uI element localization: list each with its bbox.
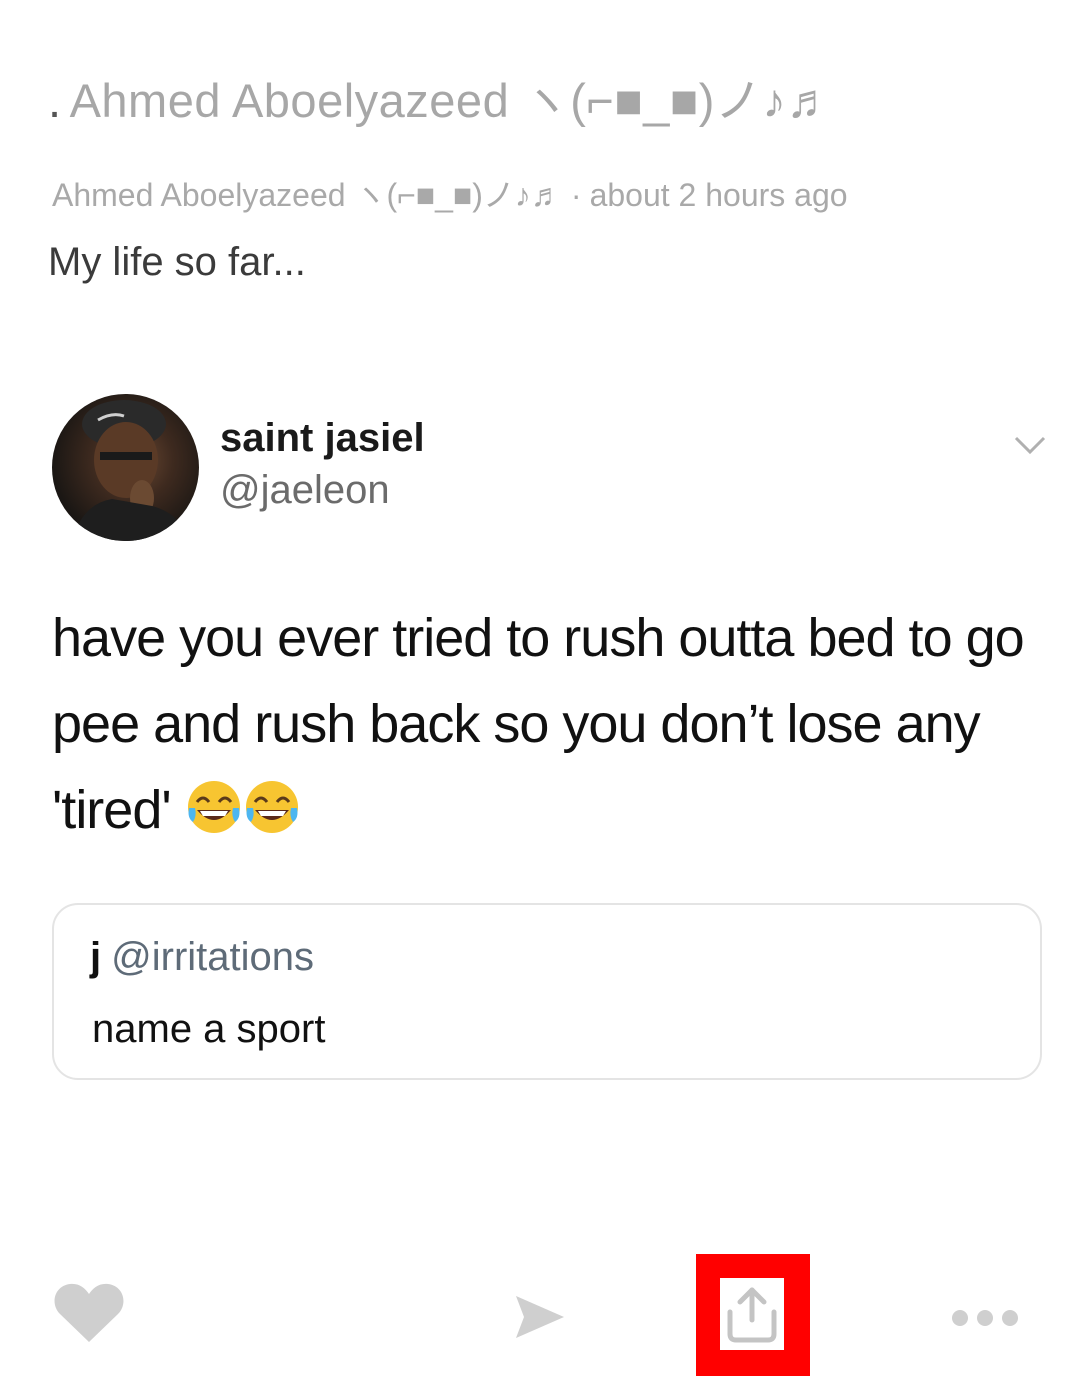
quoted-tweet-name: j — [90, 935, 102, 979]
meta-separator: · — [570, 177, 582, 213]
quoted-tweet: j @irritations name a sport — [52, 903, 1042, 1080]
share-icon — [727, 1287, 777, 1343]
post-caption: My life so far... — [48, 240, 306, 284]
meta-author[interactable]: Ahmed Aboelyazeed ヽ(⌐■_■)ノ♪♬ — [52, 177, 563, 213]
post-meta: Ahmed Aboelyazeed ヽ(⌐■_■)ノ♪♬ · about 2 hou… — [52, 170, 848, 216]
tweet-text: have you ever tried to rush outta bed to… — [52, 595, 1042, 853]
laughing-emoji-icon — [245, 781, 298, 833]
laughing-emoji-icon — [187, 781, 240, 833]
heart-icon[interactable] — [52, 1282, 126, 1344]
embedded-tweet-image: saint jasiel @jaeleon have you ever trie… — [0, 370, 1080, 1110]
quoted-tweet-handle: @irritations — [111, 935, 314, 979]
quoted-tweet-text: name a sport — [92, 1007, 326, 1051]
share-button-area[interactable] — [720, 1278, 784, 1350]
meta-time: about 2 hours ago — [589, 177, 848, 213]
post-title: . Ahmed Aboelyazeed ヽ(⌐■_■)ノ♪♬ — [48, 62, 834, 131]
send-icon[interactable] — [512, 1292, 566, 1342]
more-icon[interactable] — [950, 1306, 1020, 1330]
chevron-down-icon — [1014, 436, 1046, 455]
post-view: . Ahmed Aboelyazeed ヽ(⌐■_■)ノ♪♬ Ahmed Aboe… — [0, 0, 1080, 1394]
tweet-display-name: saint jasiel — [220, 416, 425, 460]
post-title-text: Ahmed Aboelyazeed ヽ(⌐■_■)ノ♪♬ — [69, 74, 834, 127]
share-button[interactable] — [696, 1254, 810, 1376]
avatar — [52, 394, 199, 541]
bullet: . — [48, 74, 62, 127]
tweet-handle: @jaeleon — [220, 468, 390, 512]
quoted-tweet-author: j @irritations — [90, 935, 314, 980]
